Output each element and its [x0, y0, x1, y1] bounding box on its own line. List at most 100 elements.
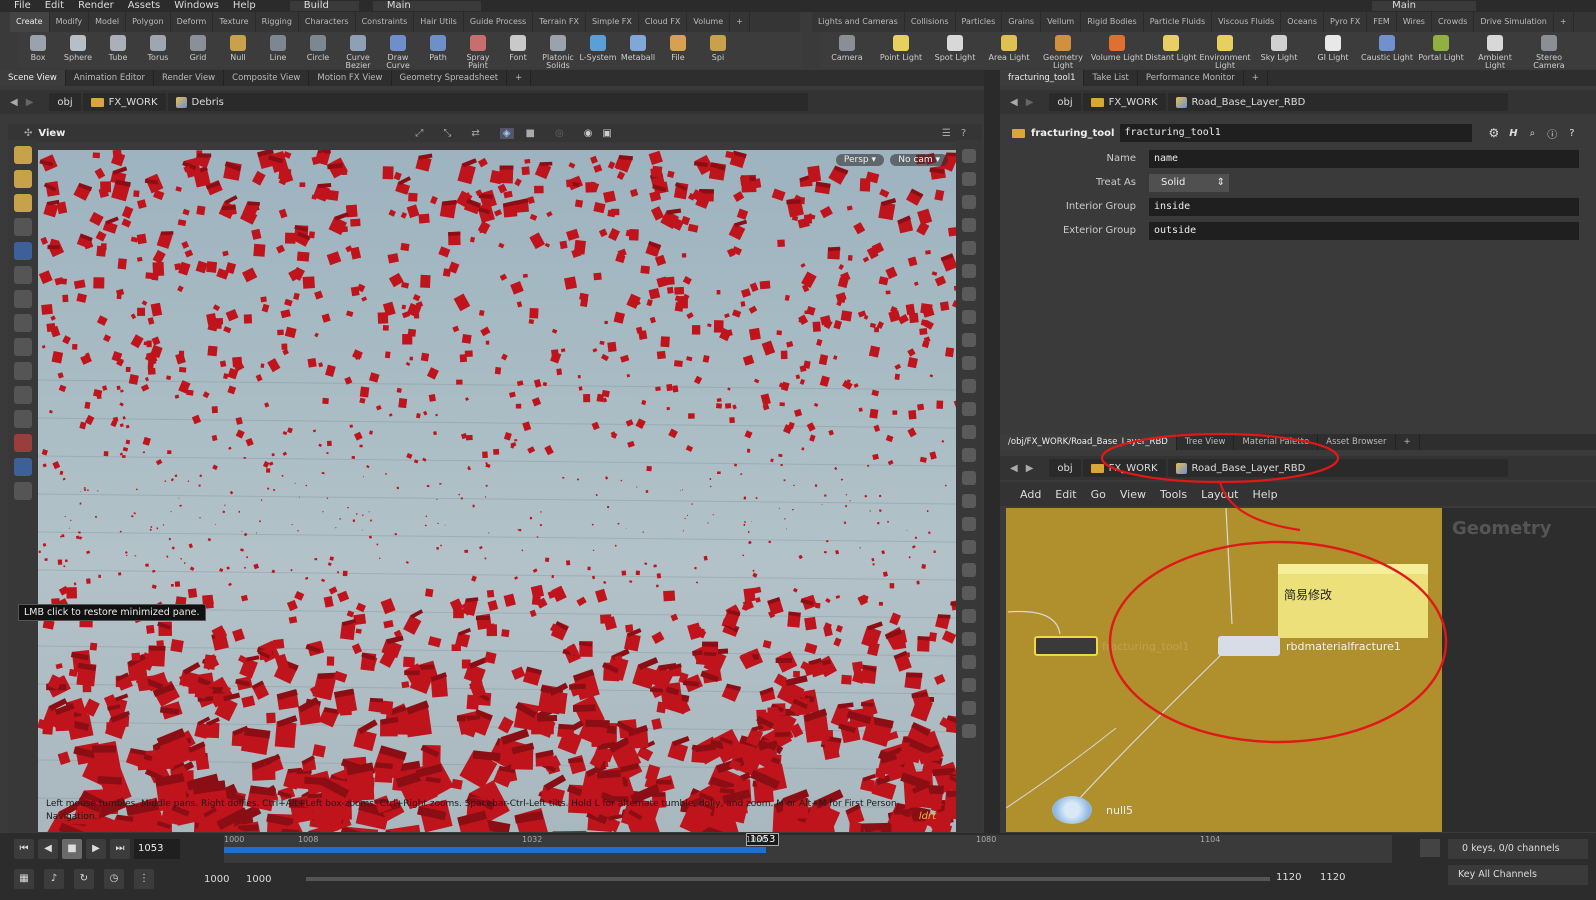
forward-icon[interactable]: ▶ — [1026, 97, 1034, 108]
shelf-tool-metaball[interactable]: Metaball — [618, 32, 658, 62]
display-tool-icon[interactable] — [962, 724, 976, 738]
display-tool-icon[interactable] — [962, 241, 976, 255]
shelf-tab[interactable]: Guide Process — [464, 12, 534, 32]
search-icon[interactable]: ⌕ — [1530, 128, 1536, 139]
view-tool-f[interactable]: ◎ — [555, 128, 564, 139]
shelf-tool-null[interactable]: Null — [218, 32, 258, 62]
view-tool-c[interactable]: ⇄ — [471, 128, 479, 139]
shelf-tool-spi[interactable]: Spi — [698, 32, 738, 62]
shelf-tab[interactable]: Oceans — [1281, 12, 1325, 32]
keys-icon[interactable]: ⋮ — [134, 869, 154, 889]
select-points-icon[interactable] — [14, 170, 32, 188]
display-tool-icon[interactable] — [962, 609, 976, 623]
display-tool-icon[interactable] — [962, 494, 976, 508]
key-all-channels-button[interactable]: Key All Channels — [1448, 865, 1588, 885]
back-icon[interactable]: ◀ — [1010, 97, 1018, 108]
interior-group-field[interactable]: inside — [1149, 198, 1579, 216]
display-tool-icon[interactable] — [962, 356, 976, 370]
stop-icon[interactable]: ■ — [62, 839, 82, 859]
display-tool-icon[interactable] — [962, 195, 976, 209]
crumb-obj[interactable]: obj — [1049, 93, 1081, 111]
menu-help[interactable]: Help — [233, 1, 256, 11]
display-tool-icon[interactable] — [962, 264, 976, 278]
shelf-tool-sky-light[interactable]: Sky Light — [1252, 32, 1306, 62]
shelf-tab[interactable]: Volume — [687, 12, 731, 32]
shelf-tab[interactable]: Collisions — [905, 12, 956, 32]
shelf-tab[interactable]: Cloud FX — [639, 12, 688, 32]
pane-tab[interactable]: Performance Monitor — [1138, 70, 1244, 86]
display-tool-icon[interactable] — [962, 402, 976, 416]
move-icon[interactable] — [14, 314, 32, 332]
scale-icon[interactable] — [14, 362, 32, 380]
shelf-tool-geometry-light[interactable]: Geometry Light — [1036, 32, 1090, 70]
back-icon[interactable]: ◀ — [10, 97, 18, 108]
shelf-tab[interactable]: Crowds — [1432, 12, 1475, 32]
display-tool-icon[interactable] — [962, 632, 976, 646]
name-field[interactable]: name — [1149, 150, 1579, 168]
desktop-main-select[interactable]: Main — [372, 1, 481, 11]
viewport-3d[interactable]: Persp ▾ No cam ▾ Left mouse tumbles. Mid… — [38, 150, 956, 832]
realtime-icon[interactable]: ▦ — [14, 869, 34, 889]
view-tool-b[interactable]: ⤡ — [443, 128, 451, 139]
pane-tab[interactable]: Render View — [154, 70, 225, 86]
shelf-tab[interactable]: Constraints — [356, 12, 415, 32]
select-icon[interactable] — [14, 146, 32, 164]
display-options-icon[interactable]: ☰ — [942, 128, 951, 139]
display-tool-icon[interactable] — [962, 448, 976, 462]
arrow-icon[interactable] — [14, 218, 32, 236]
shelf-tool-torus[interactable]: Torus — [138, 32, 178, 62]
timeline-track[interactable]: 1053 1000 1008 1032 1056 1080 1104 — [224, 833, 1392, 863]
view-tool-e[interactable]: ■ — [526, 128, 535, 139]
display-tool-icon[interactable] — [962, 425, 976, 439]
shelf-tool-grid[interactable]: Grid — [178, 32, 218, 62]
camera-icon[interactable]: ◉ — [584, 128, 593, 139]
display-tool-icon[interactable] — [962, 586, 976, 600]
shelf-tool-curve-bezier[interactable]: Curve Bezier — [338, 32, 378, 70]
range-end2-field[interactable]: 1120 — [1320, 872, 1345, 883]
shelf-tab[interactable]: Drive Simulation — [1474, 12, 1554, 32]
menu-file[interactable]: File — [14, 1, 31, 11]
brush-icon[interactable] — [14, 266, 32, 284]
shelf-tool-camera[interactable]: Camera — [820, 32, 874, 62]
menu-edit[interactable]: Edit — [45, 1, 64, 11]
shelf-tab[interactable]: Particles — [956, 12, 1003, 32]
exterior-group-field[interactable]: outside — [1149, 222, 1579, 240]
shelf-tool-l-system[interactable]: L-System — [578, 32, 618, 62]
shelf-tab[interactable]: Viscous Fluids — [1212, 12, 1282, 32]
shelf-tab[interactable]: Characters — [299, 12, 356, 32]
pane-tab[interactable]: Motion FX View — [309, 70, 392, 86]
reverse-play-icon[interactable]: ◀ — [38, 839, 58, 859]
shelf-tab[interactable]: Modify — [50, 12, 90, 32]
shelf-tab[interactable]: Particle Fluids — [1144, 12, 1213, 32]
pane-tab[interactable]: Take List — [1084, 70, 1138, 86]
shelf-tab[interactable]: Hair Utils — [414, 12, 464, 32]
shelf-tool-file[interactable]: File — [658, 32, 698, 62]
shelf-tool-circle[interactable]: Circle — [298, 32, 338, 62]
shelf-tab[interactable]: Rigid Bodies — [1081, 12, 1144, 32]
display-tool-icon[interactable] — [962, 655, 976, 669]
shelf-tool-distant-light[interactable]: Distant Light — [1144, 32, 1198, 62]
desktop-main-right[interactable]: Main — [1372, 1, 1476, 11]
gear-icon[interactable]: ⚙ — [1488, 126, 1499, 140]
range-start-field[interactable]: 1000 — [204, 874, 240, 885]
audio-icon[interactable]: ♪ — [44, 869, 64, 889]
shelf-tab[interactable]: Create — [10, 12, 50, 32]
shelf-tool-path[interactable]: Path — [418, 32, 458, 62]
forward-icon[interactable]: ▶ — [26, 97, 34, 108]
shelf-tool-spot-light[interactable]: Spot Light — [928, 32, 982, 62]
shelf-tool-draw-curve[interactable]: Draw Curve — [378, 32, 418, 70]
menu-render[interactable]: Render — [78, 1, 114, 11]
keys-channels-field[interactable]: 0 keys, 0/0 channels — [1448, 839, 1588, 859]
node-name-field[interactable]: fracturing_tool1 — [1120, 124, 1473, 142]
clock-icon[interactable]: ◷ — [104, 869, 124, 889]
pane-divider[interactable] — [984, 70, 1000, 833]
shelf-tool-font[interactable]: Font — [498, 32, 538, 62]
display-tool-icon[interactable] — [962, 540, 976, 554]
shelf-tab[interactable]: Vellum — [1041, 12, 1082, 32]
shelf-tab[interactable]: Polygon — [126, 12, 171, 32]
shelf-tab[interactable]: FEM — [1367, 12, 1397, 32]
pane-tab[interactable]: Animation Editor — [66, 70, 154, 86]
shelf-tool-stereo-camera[interactable]: Stereo Camera — [1522, 32, 1576, 70]
shelf-tool-area-light[interactable]: Area Light — [982, 32, 1036, 62]
range-end-field[interactable]: 1120 — [1276, 872, 1301, 883]
